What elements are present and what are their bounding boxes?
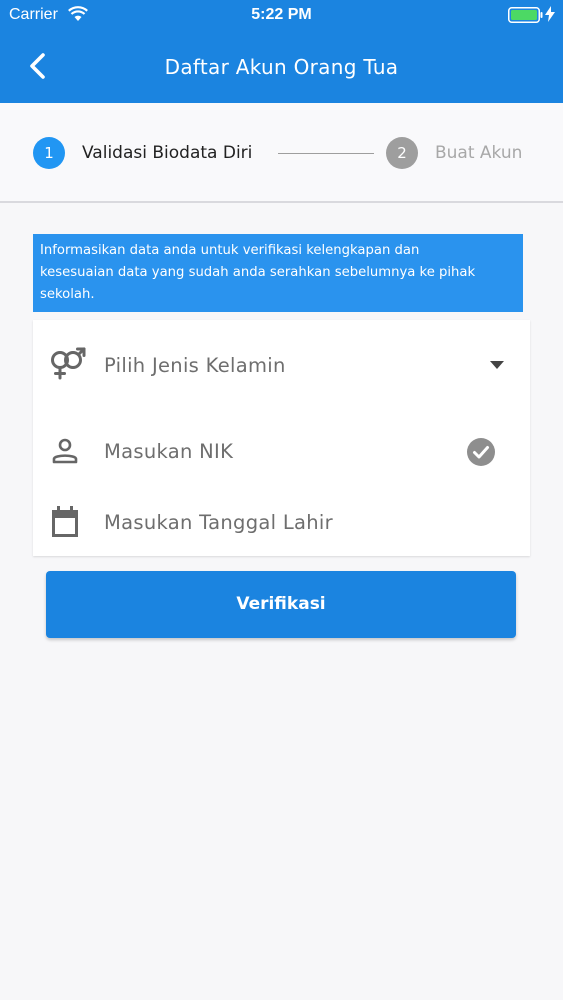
person-icon: [51, 437, 79, 469]
page-title: Daftar Akun Orang Tua: [164, 55, 399, 79]
info-line: kesesuaian data yang sudah anda serahkan…: [40, 265, 476, 280]
info-banner: Informasikan data anda untuk verifikasi …: [33, 234, 523, 312]
birthdate-placeholder: Masukan Tanggal Lahir: [104, 511, 333, 534]
step-connector: [278, 153, 374, 154]
nik-input[interactable]: Masukan NIK: [33, 421, 530, 481]
gender-icon: [47, 347, 87, 385]
stepper: 1 Validasi Biodata Diri 2 Buat Akun: [0, 103, 563, 203]
battery-icon: [508, 7, 544, 28]
form-card: Pilih Jenis Kelamin Masukan NIK Masukan …: [33, 320, 530, 556]
calendar-icon: [50, 506, 80, 542]
step-1-label[interactable]: Validasi Biodata Diri: [82, 143, 252, 163]
nik-placeholder: Masukan NIK: [104, 440, 234, 463]
gender-select-placeholder: Pilih Jenis Kelamin: [104, 354, 286, 377]
chevron-down-icon: [490, 361, 504, 369]
status-bar: Carrier 5:22 PM: [0, 0, 563, 30]
charging-icon: [545, 6, 555, 27]
info-line: Informasikan data anda untuk verifikasi …: [40, 243, 420, 258]
gender-select[interactable]: Pilih Jenis Kelamin: [33, 335, 530, 395]
app-bar: Carrier 5:22 PM Daftar Akun Orang Tua: [0, 0, 563, 103]
info-line: sekolah.: [40, 287, 95, 302]
step-2-badge[interactable]: 2: [386, 137, 418, 169]
status-time: 5:22 PM: [251, 6, 312, 23]
verify-button[interactable]: Verifikasi: [46, 571, 516, 638]
step-2-label[interactable]: Buat Akun: [435, 143, 522, 163]
check-circle-icon: [466, 437, 496, 471]
step-1-badge[interactable]: 1: [33, 137, 65, 169]
birthdate-input[interactable]: Masukan Tanggal Lahir: [33, 492, 530, 552]
